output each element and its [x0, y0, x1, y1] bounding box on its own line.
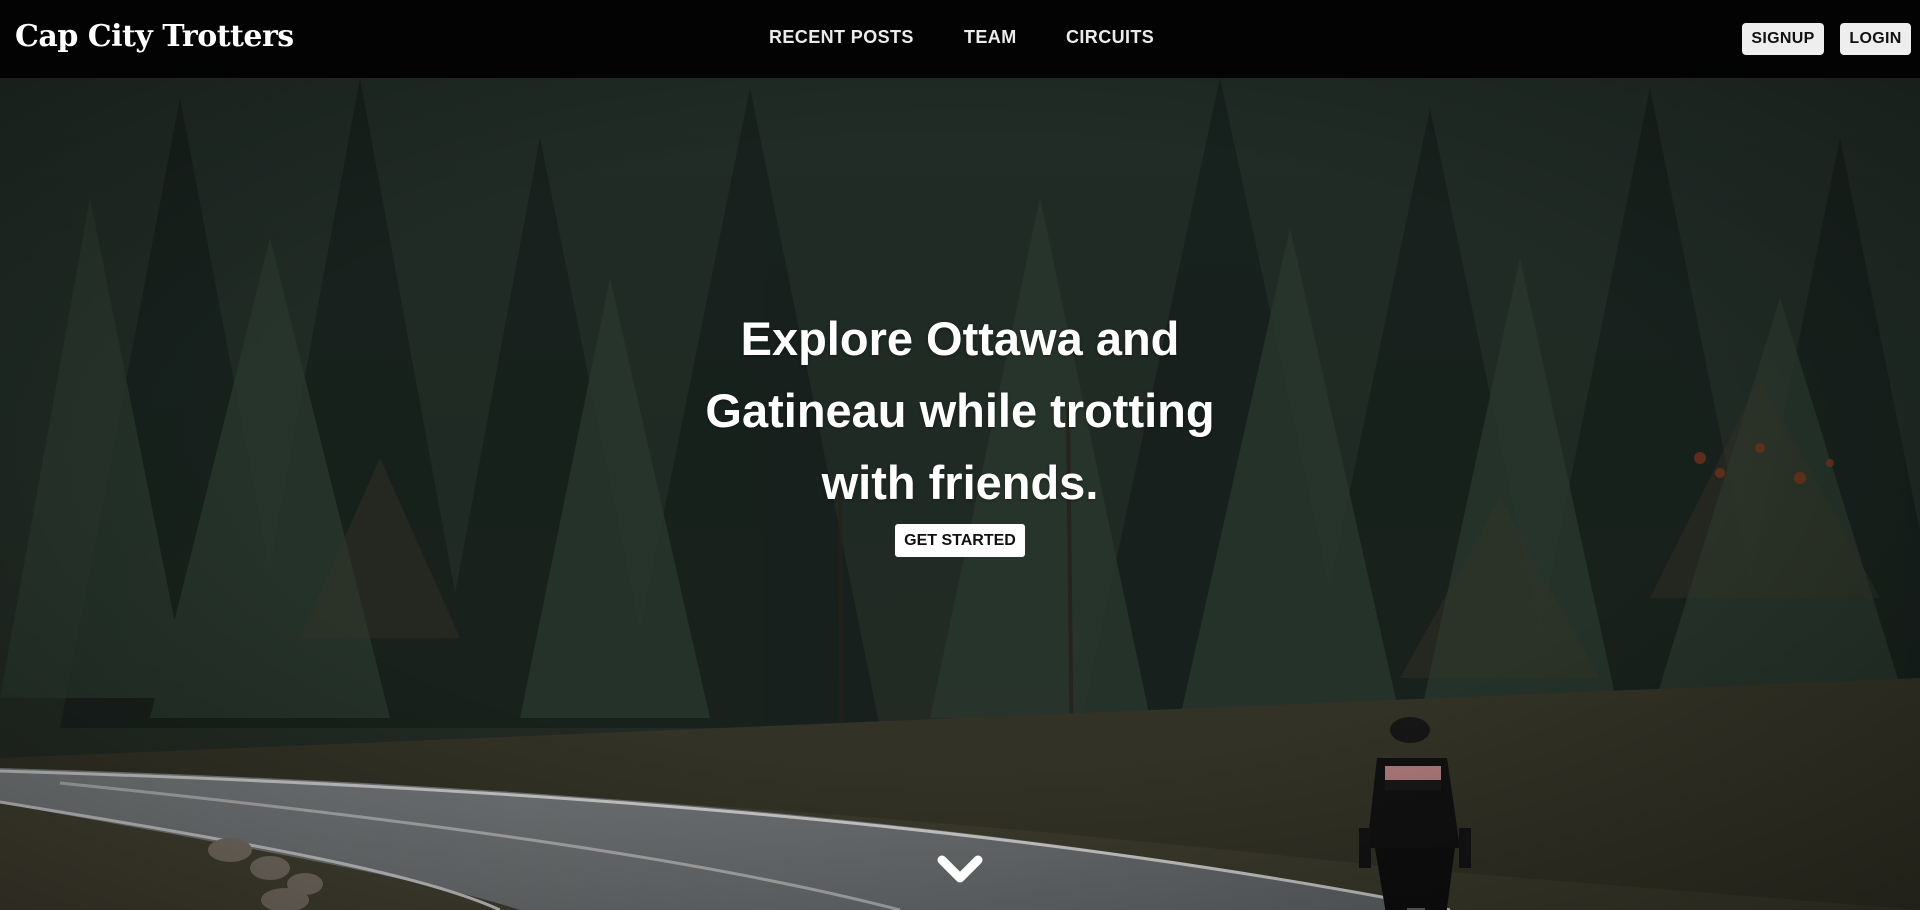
- hero-headline: Explore Ottawa and Gatineau while trotti…: [705, 312, 1215, 509]
- nav-link-circuits[interactable]: CIRCUITS: [1066, 27, 1154, 48]
- nav-links: RECENT POSTS TEAM CIRCUITS: [0, 27, 1920, 51]
- nav-link-team[interactable]: TEAM: [964, 27, 1017, 48]
- chevron-down-icon[interactable]: [935, 850, 985, 890]
- nav-link-recent-posts[interactable]: RECENT POSTS: [769, 27, 914, 48]
- get-started-button[interactable]: GET STARTED: [895, 524, 1025, 557]
- hero-section: Explore Ottawa and Gatineau while trotti…: [0, 78, 1920, 910]
- login-button[interactable]: LOGIN: [1840, 23, 1911, 55]
- signup-button[interactable]: SIGNUP: [1742, 23, 1824, 55]
- top-navbar: Cap City Trotters RECENT POSTS TEAM CIRC…: [0, 0, 1920, 78]
